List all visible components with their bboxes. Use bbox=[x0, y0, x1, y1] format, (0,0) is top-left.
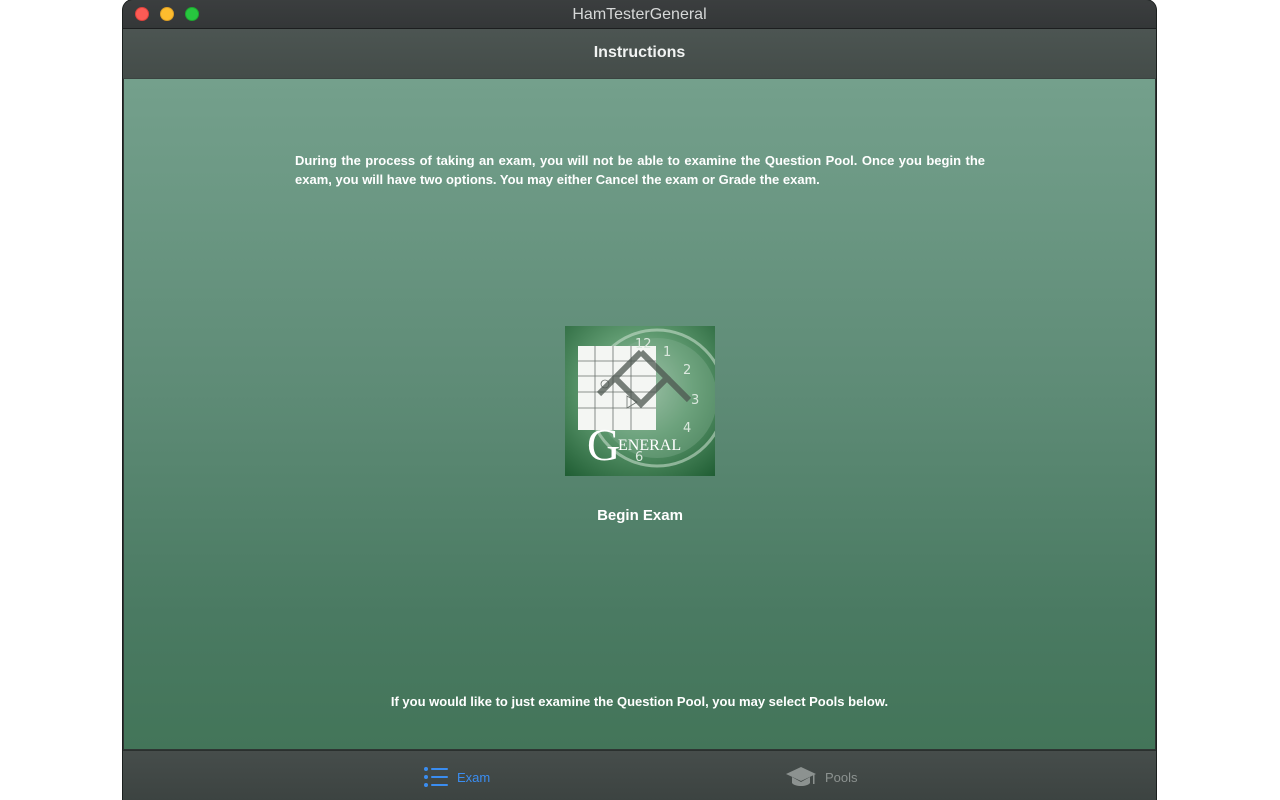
tab-pools-label: Pools bbox=[825, 769, 858, 785]
list-icon bbox=[424, 767, 448, 787]
title-bar[interactable]: HamTesterGeneral bbox=[123, 0, 1156, 29]
graduation-cap-icon bbox=[786, 767, 816, 786]
svg-text:12: 12 bbox=[635, 337, 652, 352]
tab-bar: Exam Pools bbox=[123, 750, 1156, 800]
tab-exam[interactable]: Exam bbox=[423, 763, 490, 791]
begin-exam-button[interactable]: Begin Exam bbox=[540, 507, 740, 524]
general-license-logo-icon: 12 1 2 3 4 6 G ENERAL bbox=[578, 328, 715, 470]
pools-hint-text: If you would like to just examine the Qu… bbox=[390, 694, 889, 709]
svg-text:2: 2 bbox=[683, 363, 691, 378]
svg-text:ENERAL: ENERAL bbox=[618, 437, 681, 454]
window-title: HamTesterGeneral bbox=[572, 6, 707, 23]
begin-exam-logo-button[interactable]: 12 1 2 3 4 6 G ENERAL bbox=[565, 326, 715, 476]
svg-text:3: 3 bbox=[691, 393, 699, 408]
navigation-bar: Instructions bbox=[123, 29, 1156, 79]
main-content: During the process of taking an exam, yo… bbox=[124, 79, 1155, 749]
page-title: Instructions bbox=[593, 44, 686, 61]
svg-text:4: 4 bbox=[683, 421, 691, 436]
tab-exam-label: Exam bbox=[457, 769, 491, 785]
app-window: HamTesterGeneral Instructions During the… bbox=[123, 0, 1156, 800]
instructions-text: During the process of taking an exam, yo… bbox=[295, 153, 985, 187]
svg-text:1: 1 bbox=[663, 345, 671, 360]
svg-text:G: G bbox=[587, 419, 620, 470]
tab-pools[interactable]: Pools bbox=[785, 763, 858, 791]
